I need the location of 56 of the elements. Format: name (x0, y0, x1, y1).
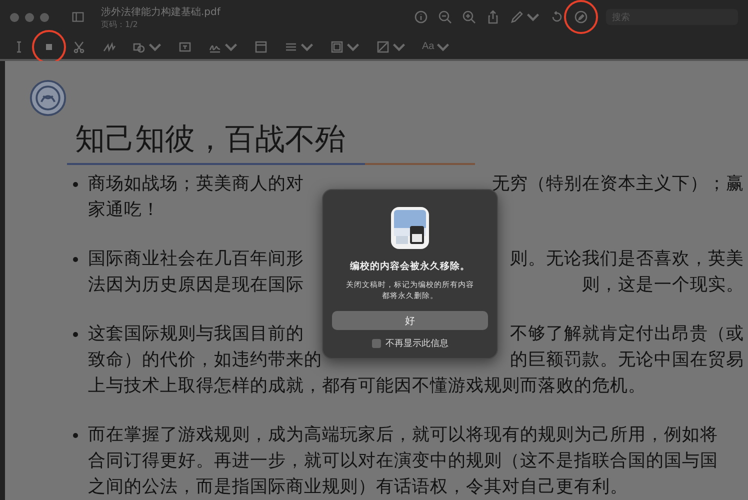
body-text: 上与技术上取得怎样的成就，都有可能因不懂游戏规则而落败的危机。 (88, 375, 646, 398)
bullet-icon (73, 433, 78, 438)
body-text: 商场如战场；英美商人的对 (88, 173, 304, 196)
bullet-icon (73, 182, 78, 187)
toolbar-button[interactable] (376, 40, 406, 54)
rotate-icon (550, 10, 564, 24)
document-heading: 知己知彼，百战不殆 (75, 121, 346, 159)
window-title: 涉外法律能力构建基础.pdf (101, 6, 222, 18)
body-text: 的巨额罚款。无论中国在贸易 (510, 349, 744, 372)
toolbar-button[interactable] (254, 40, 268, 54)
body-text: 家通吃！ (88, 199, 160, 222)
emblem-icon (29, 79, 67, 117)
body-text: 而在掌握了游戏规则，成为高端玩家后，就可以将现有的规则为己所用，例如将 (88, 424, 718, 447)
toolbar-button[interactable] (414, 10, 428, 24)
bullet-icon (73, 332, 78, 337)
share-icon (486, 10, 500, 24)
checkbox[interactable] (372, 339, 380, 348)
zoom-out-icon (438, 10, 452, 24)
body-text: 合同订得更好。再进一步，就可以对在演变中的规则（这不是指联合国的国与国 (88, 450, 718, 473)
pen-icon (510, 10, 524, 24)
body-text: 不够了解就肯定付出昂贵（或 (510, 323, 744, 346)
toolbar-button[interactable] (178, 40, 192, 54)
scissors-icon (72, 40, 86, 54)
window-subtitle: 页码：1/2 (101, 18, 139, 30)
body-text: 这套国际规则与我国目前的 (88, 323, 304, 346)
toolbar-button[interactable] (438, 10, 452, 24)
zoom-in-icon (462, 10, 476, 24)
body-text: 则，这是一个现实。 (582, 274, 744, 297)
toolbar-button[interactable] (486, 10, 500, 24)
body-text: 致命）的代价，如违约带来的 (88, 349, 322, 372)
sidebar-icon[interactable] (71, 11, 85, 23)
border-icon (330, 40, 344, 54)
ok-button[interactable]: 好 (332, 311, 488, 330)
body-text: 无穷（特别在资本主义下）；赢 (492, 173, 744, 196)
toolbar-button[interactable] (72, 40, 86, 54)
dialog-title: 编校的内容会被永久移除。 (350, 260, 470, 273)
toolbar-button[interactable]: Aa (422, 40, 450, 54)
info-icon (414, 10, 428, 24)
toolbar-button[interactable] (510, 10, 540, 24)
toolbar-button[interactable] (330, 40, 360, 54)
body-text: 则。无论我们是否喜欢，英美 (510, 248, 744, 271)
checkbox-label: 不再显示此信息 (386, 338, 448, 350)
toolbar-button[interactable] (550, 10, 564, 24)
pen-circle-icon (574, 10, 588, 24)
body-text: 之间的公法，而是指国际商业规则）有话语权，令其对自己更有利。 (88, 476, 628, 499)
body-text: 国际商业社会在几百年间形 (88, 248, 304, 271)
toolbar-button[interactable] (574, 10, 588, 24)
preview-app-icon (390, 206, 430, 250)
toolbar-button[interactable] (462, 10, 476, 24)
scribble-icon (102, 40, 116, 54)
bullet-icon (73, 257, 78, 262)
note-icon (254, 40, 268, 54)
textbox-icon (178, 40, 192, 54)
toolbar-button[interactable] (102, 40, 116, 54)
fill-icon (376, 40, 390, 54)
body-text: 法因为历史原因是现在国际 (88, 274, 304, 297)
